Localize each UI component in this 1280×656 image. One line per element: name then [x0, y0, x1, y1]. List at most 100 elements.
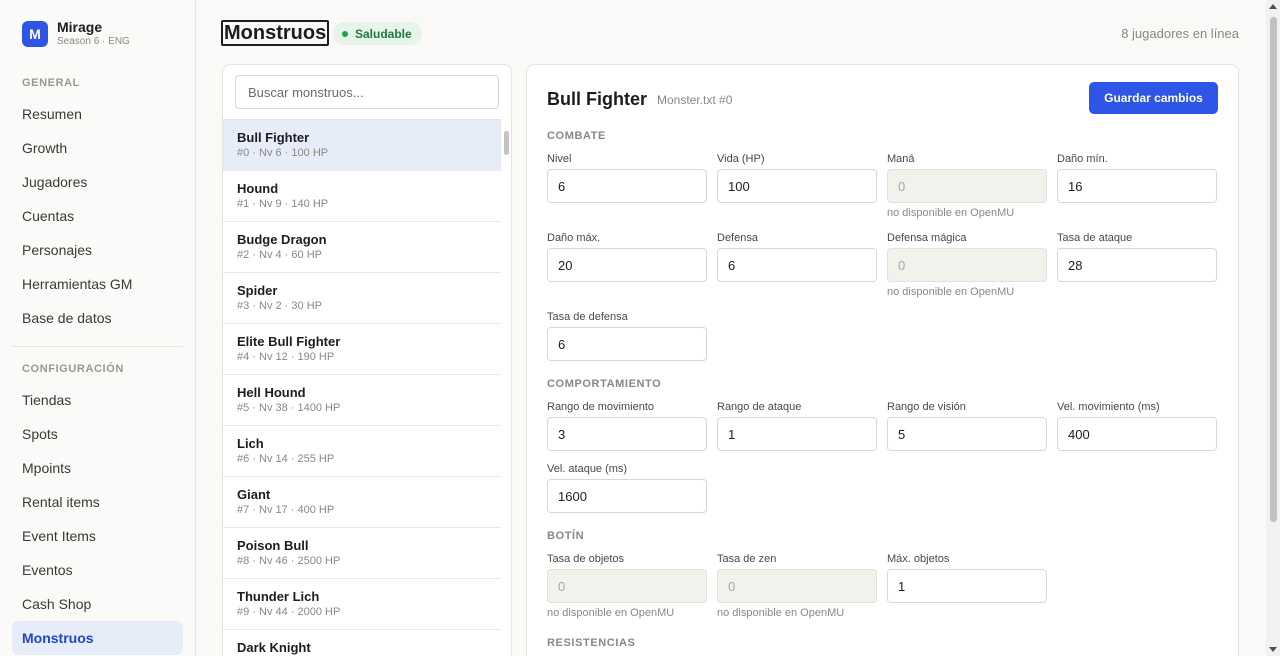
list-item[interactable]: Giant #7 · Nv 17 · 400 HP: [223, 477, 501, 528]
field-label: Vel. ataque (ms): [547, 463, 628, 475]
scroll-down-icon[interactable]: [1269, 647, 1277, 652]
search-input[interactable]: [235, 75, 499, 109]
monster-list-panel: Bull Fighter #0 · Nv 6 · 100 HP Hound #1…: [222, 64, 512, 656]
list-item-selected[interactable]: Bull Fighter #0 · Nv 6 · 100 HP: [223, 120, 501, 171]
field-zen-rate: Tasa de zen no disponible en OpenMU: [717, 552, 877, 619]
attack-speed-input[interactable]: [547, 479, 707, 513]
field-label: Tasa de defensa: [547, 311, 628, 323]
hp-input[interactable]: [717, 169, 877, 203]
unavailable-note: no disponible en OpenMU: [547, 607, 675, 619]
defense-rate-input[interactable]: [547, 327, 707, 361]
dmg-min-input[interactable]: [1057, 169, 1217, 203]
field-label: Máx. objetos: [887, 553, 950, 565]
status-badge: Saludable: [333, 22, 422, 45]
magic-defense-input: [887, 248, 1047, 282]
save-button[interactable]: Guardar cambios: [1089, 82, 1218, 114]
scroll-thumb[interactable]: [1270, 17, 1277, 522]
scroll-up-icon[interactable]: [1269, 4, 1277, 9]
list-item[interactable]: Spider #3 · Nv 2 · 30 HP: [223, 273, 501, 324]
sidebar-item-cuentas[interactable]: Cuentas: [12, 199, 183, 233]
sidebar-item-cash-shop[interactable]: Cash Shop: [12, 587, 183, 621]
monster-name: Hound: [237, 181, 279, 196]
list-item[interactable]: Hound #1 · Nv 9 · 140 HP: [223, 171, 501, 222]
field-label: Maná: [887, 153, 915, 165]
list-item[interactable]: Hell Hound #5 · Nv 38 · 1400 HP: [223, 375, 501, 426]
sidebar-item-resumen[interactable]: Resumen: [12, 97, 183, 131]
sidebar-item-growth[interactable]: Growth: [12, 131, 183, 165]
field-defense-rate: Tasa de defensa: [547, 310, 707, 361]
brand[interactable]: M Mirage Season 6 · ENG: [22, 20, 130, 48]
field-move-range: Rango de movimiento: [547, 400, 707, 451]
field-attack-range: Rango de ataque: [717, 400, 877, 451]
field-dmg-max: Daño máx.: [547, 231, 707, 282]
status-label: Saludable: [355, 26, 412, 41]
monster-meta: #5 · Nv 38 · 1400 HP: [237, 402, 341, 414]
field-label: Tasa de objetos: [547, 553, 625, 565]
sidebar-item-base-de-datos[interactable]: Base de datos: [12, 301, 183, 335]
field-label: Nivel: [547, 153, 572, 165]
list-item[interactable]: Thunder Lich #9 · Nv 44 · 2000 HP: [223, 579, 501, 630]
max-items-input[interactable]: [887, 569, 1047, 603]
list-item[interactable]: Dark Knight: [223, 630, 501, 656]
mana-input: [887, 169, 1047, 203]
move-range-input[interactable]: [547, 417, 707, 451]
field-item-rate: Tasa de objetos no disponible en OpenMU: [547, 552, 707, 619]
monster-meta: #4 · Nv 12 · 190 HP: [237, 351, 335, 363]
field-attack-rate: Tasa de ataque: [1057, 231, 1217, 282]
list-item[interactable]: Lich #6 · Nv 14 · 255 HP: [223, 426, 501, 477]
monster-meta: #3 · Nv 2 · 30 HP: [237, 300, 322, 312]
move-speed-input[interactable]: [1057, 417, 1217, 451]
list-item[interactable]: Elite Bull Fighter #4 · Nv 12 · 190 HP: [223, 324, 501, 375]
status-dot-icon: [342, 30, 348, 37]
field-mana: Maná no disponible en OpenMU: [887, 152, 1047, 219]
monster-detail-panel: Bull Fighter Monster.txt #0 Guardar camb…: [526, 64, 1239, 656]
monster-meta: #2 · Nv 4 · 60 HP: [237, 249, 322, 261]
sidebar-item-tiendas[interactable]: Tiendas: [12, 383, 183, 417]
dmg-max-input[interactable]: [547, 248, 707, 282]
page-scrollbar[interactable]: [1266, 0, 1280, 656]
sidebar-item-herramientas-gm[interactable]: Herramientas GM: [12, 267, 183, 301]
field-label: Rango de ataque: [717, 401, 802, 413]
monster-meta: #1 · Nv 9 · 140 HP: [237, 198, 329, 210]
page-title: Monstruos: [221, 20, 330, 46]
field-label: Vel. movimiento (ms): [1057, 401, 1160, 413]
field-defense: Defensa: [717, 231, 877, 282]
list-item[interactable]: Budge Dragon #2 · Nv 4 · 60 HP: [223, 222, 501, 273]
nav-divider: [12, 346, 183, 347]
sidebar-item-mpoints[interactable]: Mpoints: [12, 451, 183, 485]
detail-title: Bull Fighter: [547, 89, 647, 109]
list-item[interactable]: Poison Bull #8 · Nv 46 · 2500 HP: [223, 528, 501, 579]
monster-meta: #6 · Nv 14 · 255 HP: [237, 453, 335, 465]
sidebar-item-rental-items[interactable]: Rental items: [12, 485, 183, 519]
field-level: Nivel: [547, 152, 707, 203]
attack-rate-input[interactable]: [1057, 248, 1217, 282]
monster-name: Poison Bull: [237, 538, 309, 553]
field-label: Daño mín.: [1057, 153, 1108, 165]
sidebar-item-eventos[interactable]: Eventos: [12, 553, 183, 587]
field-label: Defensa mágica: [887, 232, 967, 244]
defense-input[interactable]: [717, 248, 877, 282]
online-count: 8 jugadores en línea: [1121, 26, 1239, 41]
field-attack-speed: Vel. ataque (ms): [547, 462, 707, 513]
field-max-items: Máx. objetos: [887, 552, 1047, 603]
list-scrollbar[interactable]: [504, 131, 509, 155]
monster-meta: #8 · Nv 46 · 2500 HP: [237, 555, 341, 567]
sidebar-item-monstruos[interactable]: Monstruos: [12, 621, 183, 655]
monster-name: Thunder Lich: [237, 589, 320, 604]
nav-section-general: GENERAL: [22, 77, 80, 89]
view-range-input[interactable]: [887, 417, 1047, 451]
field-hp: Vida (HP): [717, 152, 877, 203]
sidebar-item-jugadores[interactable]: Jugadores: [12, 165, 183, 199]
monster-name: Spider: [237, 283, 278, 298]
attack-range-input[interactable]: [717, 417, 877, 451]
monster-name: Bull Fighter: [237, 130, 310, 145]
sidebar-item-event-items[interactable]: Event Items: [12, 519, 183, 553]
zen-rate-input: [717, 569, 877, 603]
item-rate-input: [547, 569, 707, 603]
monster-name: Budge Dragon: [237, 232, 327, 247]
level-input[interactable]: [547, 169, 707, 203]
sidebar-item-personajes[interactable]: Personajes: [12, 233, 183, 267]
monster-name: Dark Knight: [237, 640, 311, 655]
sidebar-item-spots[interactable]: Spots: [12, 417, 183, 451]
field-move-speed: Vel. movimiento (ms): [1057, 400, 1217, 451]
